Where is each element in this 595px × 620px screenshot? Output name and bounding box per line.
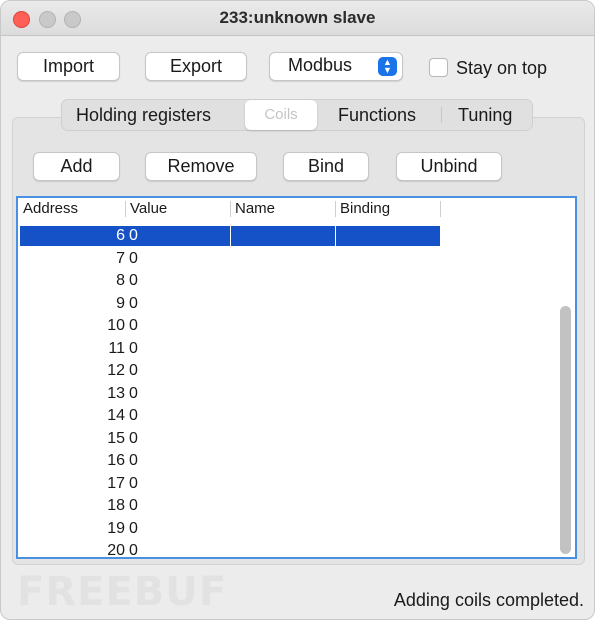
cell-address: 15 bbox=[107, 429, 125, 447]
cell-address: 20 bbox=[107, 542, 125, 559]
chevron-updown-icon: ▲ ▼ bbox=[378, 57, 397, 76]
cell-value[interactable]: 0 bbox=[129, 340, 138, 358]
table-header: Address Value Name Binding bbox=[18, 198, 575, 220]
import-button[interactable]: Import bbox=[17, 52, 120, 81]
title-bar[interactable]: 233:unknown slave bbox=[1, 1, 594, 36]
table-row[interactable]: 18 0 bbox=[18, 496, 575, 519]
coils-table[interactable]: Address Value Name Binding 6 0 7 0 8 0 9… bbox=[16, 196, 577, 559]
stay-on-top-checkbox[interactable] bbox=[429, 58, 448, 77]
export-button[interactable]: Export bbox=[145, 52, 247, 81]
cell-address: 19 bbox=[107, 519, 125, 537]
cell-value[interactable]: 0 bbox=[129, 317, 138, 335]
table-row[interactable]: 17 0 bbox=[18, 474, 575, 497]
remove-button[interactable]: Remove bbox=[145, 152, 257, 181]
table-row[interactable]: 14 0 bbox=[18, 406, 575, 429]
cell-value[interactable]: 0 bbox=[129, 272, 138, 290]
vertical-scrollbar[interactable] bbox=[560, 306, 571, 554]
column-header-value[interactable]: Value bbox=[125, 198, 230, 220]
cell-address: 6 bbox=[116, 227, 125, 244]
cell-value[interactable]: 0 bbox=[129, 385, 138, 403]
cell-value[interactable]: 0 bbox=[129, 430, 138, 448]
tab-separator bbox=[441, 107, 442, 123]
table-row[interactable]: 11 0 bbox=[18, 339, 575, 362]
cell-address: 12 bbox=[107, 362, 125, 379]
tab-functions[interactable]: Functions bbox=[338, 100, 416, 130]
stay-on-top-label: Stay on top bbox=[456, 58, 548, 78]
bind-button[interactable]: Bind bbox=[283, 152, 369, 181]
table-body: 6 0 7 0 8 0 9 0 10 0 11 0 12 0 13 0 14 0… bbox=[18, 226, 575, 564]
table-row[interactable]: 12 0 bbox=[18, 361, 575, 384]
table-row[interactable]: 13 0 bbox=[18, 384, 575, 407]
cell-value[interactable]: 0 bbox=[129, 520, 138, 538]
column-header-binding[interactable]: Binding bbox=[335, 198, 440, 220]
column-header-name[interactable]: Name bbox=[230, 198, 335, 220]
status-message: Adding coils completed. bbox=[393, 590, 584, 610]
cell-value[interactable]: 0 bbox=[129, 362, 138, 380]
cell-value[interactable]: 0 bbox=[129, 452, 138, 470]
tab-tuning[interactable]: Tuning bbox=[458, 100, 512, 130]
cell-address: 9 bbox=[116, 294, 125, 312]
window-title: 233:unknown slave bbox=[219, 8, 376, 27]
cell-address: 14 bbox=[107, 407, 125, 424]
cell-value[interactable]: 0 bbox=[129, 227, 138, 245]
add-button[interactable]: Add bbox=[33, 152, 120, 181]
protocol-selected-value: Modbus bbox=[288, 55, 353, 75]
table-row[interactable]: 16 0 bbox=[18, 451, 575, 474]
cell-value[interactable]: 0 bbox=[129, 497, 138, 515]
unbind-button[interactable]: Unbind bbox=[396, 152, 502, 181]
tab-coils[interactable]: Coils bbox=[245, 100, 317, 130]
watermark-logo: FREEBUF bbox=[17, 569, 228, 615]
table-row[interactable]: 9 0 bbox=[18, 294, 575, 317]
cell-address: 16 bbox=[107, 452, 125, 469]
table-row[interactable]: 8 0 bbox=[18, 271, 575, 294]
cell-address: 8 bbox=[116, 272, 125, 289]
cell-address: 7 bbox=[116, 249, 125, 267]
table-row[interactable]: 6 0 bbox=[18, 226, 575, 249]
table-row[interactable]: 20 0 bbox=[18, 541, 575, 564]
cell-value[interactable]: 0 bbox=[129, 475, 138, 493]
table-row[interactable]: 15 0 bbox=[18, 429, 575, 452]
cell-value[interactable]: 0 bbox=[129, 250, 138, 268]
tab-bar: Holding registers Coils Functions Tuning bbox=[61, 99, 533, 131]
cell-value[interactable]: 0 bbox=[129, 295, 138, 313]
protocol-select[interactable]: Modbus ▲ ▼ bbox=[269, 52, 403, 81]
cell-value[interactable]: 0 bbox=[129, 542, 138, 560]
cell-divider bbox=[335, 226, 336, 246]
table-row[interactable]: 19 0 bbox=[18, 519, 575, 542]
cell-divider bbox=[230, 226, 231, 246]
cell-address: 13 bbox=[107, 384, 125, 402]
column-separator bbox=[440, 201, 441, 217]
table-row[interactable]: 10 0 bbox=[18, 316, 575, 339]
cell-address: 17 bbox=[107, 474, 125, 492]
cell-address: 11 bbox=[108, 339, 125, 357]
column-header-address[interactable]: Address bbox=[18, 198, 125, 220]
app-window: 233:unknown slave Import Export Modbus ▲… bbox=[0, 0, 595, 620]
cell-address: 10 bbox=[107, 317, 125, 334]
tab-holding-registers[interactable]: Holding registers bbox=[76, 100, 211, 130]
table-row[interactable]: 7 0 bbox=[18, 249, 575, 272]
cell-address: 18 bbox=[107, 497, 125, 514]
cell-value[interactable]: 0 bbox=[129, 407, 138, 425]
